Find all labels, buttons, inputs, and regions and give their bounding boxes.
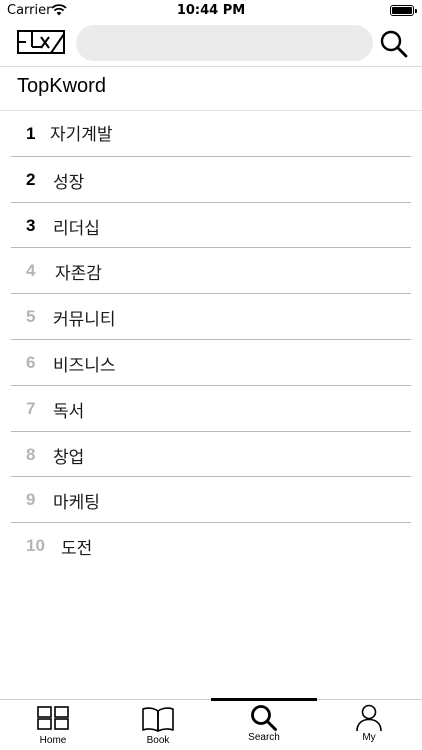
rank-number: 3 — [26, 215, 36, 235]
tab-label: My — [362, 732, 376, 743]
rank-number: 4 — [26, 261, 36, 281]
keyword-label: 자존감 — [55, 264, 102, 285]
tab-my[interactable]: My — [316, 700, 422, 750]
keyword-row[interactable]: 1 자기계발 — [11, 111, 411, 157]
keyword-row[interactable]: 3 리더십 — [11, 203, 411, 249]
tab-home[interactable]: Home — [0, 700, 106, 750]
keyword-label: 창업 — [53, 447, 85, 468]
rank-number: 8 — [26, 444, 36, 464]
keyword-row[interactable]: 9 마케팅 — [11, 477, 411, 524]
battery-icon — [390, 5, 417, 16]
keyword-label: 마케팅 — [53, 493, 100, 514]
header-divider — [0, 66, 422, 67]
keyword-label: 비즈니스 — [53, 355, 116, 376]
tab-book[interactable]: Book — [105, 700, 211, 750]
status-bar: Carrier 10:44 PM — [0, 0, 422, 22]
brand-logo-icon[interactable] — [17, 30, 65, 54]
rank-number: 7 — [26, 398, 36, 418]
search-input[interactable] — [76, 25, 373, 61]
rank-number: 2 — [26, 169, 36, 189]
keyword-row[interactable]: 2 성장 — [11, 157, 411, 203]
keyword-row[interactable]: 7 독서 — [11, 386, 411, 432]
keyword-label: 도전 — [61, 539, 93, 560]
keyword-row[interactable]: 5 커뮤니티 — [11, 294, 411, 340]
rank-number: 9 — [26, 490, 36, 510]
page-title: TopKword — [17, 75, 106, 97]
keyword-row[interactable]: 10 도전 — [11, 523, 411, 569]
search-button[interactable] — [379, 29, 409, 59]
book-icon — [142, 707, 174, 732]
tab-label: Home — [39, 735, 67, 746]
keyword-row[interactable]: 4 자존감 — [11, 248, 411, 295]
rank-number: 10 — [26, 536, 45, 556]
tab-label: Search — [248, 732, 280, 743]
keyword-row[interactable]: 6 비즈니스 — [11, 340, 411, 386]
keyword-label: 커뮤니티 — [53, 310, 116, 331]
keyword-label: 자기계발 — [50, 125, 113, 145]
search-icon — [251, 705, 277, 731]
rank-number: 1 — [26, 124, 36, 143]
keyword-label: 성장 — [53, 172, 85, 193]
keyword-label: 리더십 — [53, 218, 100, 239]
rank-number: 6 — [26, 352, 36, 372]
keyword-label: 독서 — [53, 401, 85, 422]
tab-label: Book — [146, 735, 170, 746]
user-icon — [356, 704, 382, 732]
grid-icon — [37, 706, 69, 730]
tab-search[interactable]: Search — [211, 700, 317, 750]
clock: 10:44 PM — [176, 3, 246, 18]
keyword-ranking-list: 1 자기계발 2 성장 3 리더십 4 자존감 5 커뮤니티 6 비즈니스 7 … — [0, 111, 422, 569]
rank-number: 5 — [26, 307, 36, 327]
keyword-row[interactable]: 8 창업 — [11, 432, 411, 478]
